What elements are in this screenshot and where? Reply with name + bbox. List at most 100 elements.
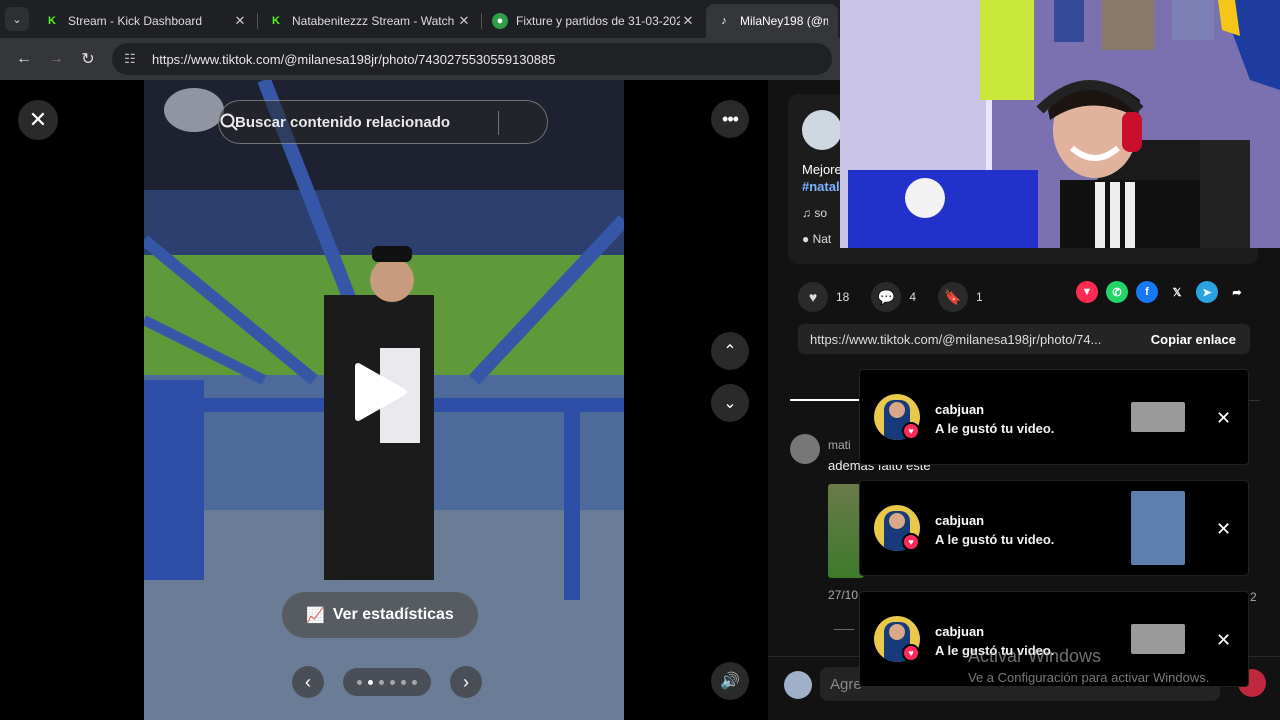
post-sound[interactable]: ♫ so (802, 206, 827, 220)
commenter-name[interactable]: mati (828, 438, 851, 452)
related-search-input[interactable]: Buscar contenido relacionado (218, 100, 548, 144)
prev-slide-button[interactable]: ‹ (292, 666, 324, 698)
music-note-icon: ♫ (802, 206, 815, 220)
webcam-feed (840, 0, 1280, 248)
close-icon[interactable]: ✕ (1216, 408, 1231, 429)
browser-tab[interactable]: ● Fixture y partidos de 31-03-202 ✕ (482, 4, 706, 38)
copy-link-row: https://www.tiktok.com/@milanesa198jr/ph… (798, 324, 1250, 354)
back-button[interactable]: ← (8, 43, 40, 75)
save-count: 1 (976, 290, 983, 304)
view-stats-label: Ver estadísticas (332, 606, 454, 623)
close-icon: ✕ (28, 107, 48, 132)
site-settings-icon[interactable]: ☷ (124, 51, 142, 67)
screen: ⌄ K Stream - Kick Dashboard ✕ K Natabeni… (0, 0, 1280, 720)
close-viewer-button[interactable]: ✕ (18, 100, 58, 140)
notification-user: cabjuan (935, 513, 985, 528)
comment-input-placeholder: Agre (830, 675, 862, 693)
url-text: https://www.tiktok.com/@milanesa198jr/ph… (152, 51, 556, 67)
browser-tab[interactable]: K Natabenitezzz Stream - Watch ✕ (258, 4, 482, 38)
close-tab-icon[interactable]: ✕ (456, 13, 472, 29)
author-mini-icon: ● (802, 232, 813, 246)
more-dots-icon: ••• (722, 108, 739, 129)
repost-icon[interactable]: ▼ (1076, 281, 1098, 303)
carousel-dot[interactable] (368, 679, 373, 685)
browser-tab[interactable]: K Stream - Kick Dashboard ✕ (34, 4, 258, 38)
avatar-head (889, 513, 905, 529)
post-photo[interactable]: Buscar contenido relacionado 📈 Ver estad… (144, 80, 624, 720)
notification-thumbnail (1131, 624, 1185, 654)
tab-title: MilaNey198 (@milan (740, 14, 828, 28)
search-icon[interactable] (219, 112, 239, 132)
carousel-dot[interactable] (379, 679, 384, 685)
comment-button[interactable]: 💬 4 (871, 282, 916, 312)
browser-tab-active[interactable]: ♪ MilaNey198 (@milan (706, 4, 838, 38)
chevron-right-icon: › (463, 671, 469, 692)
play-button[interactable] (352, 362, 416, 426)
like-notification[interactable]: ♥ cabjuan A le gustó tu video. ✕ (859, 480, 1249, 576)
windows-activation-subtitle: Ve a Configuración para activar Windows. (968, 670, 1210, 685)
carousel-dot[interactable] (401, 679, 406, 685)
notification-message: A le gustó tu video. (935, 421, 1055, 436)
notification-thumbnail (1131, 402, 1185, 432)
close-tab-icon[interactable]: ✕ (232, 13, 248, 29)
close-icon[interactable]: ✕ (1216, 519, 1231, 540)
share-arrow-icon[interactable]: ➦ (1226, 281, 1248, 303)
view-replies-line (834, 629, 854, 630)
carousel-dots (343, 668, 431, 696)
comment-date: 27/10 (828, 588, 859, 602)
next-slide-button[interactable]: › (450, 666, 482, 698)
photo-viewer: ✕ Buscar contenido relacionado 📈 Ver est… (0, 80, 768, 720)
facebook-icon[interactable]: f (1136, 281, 1158, 303)
notification-user: cabjuan (935, 402, 985, 417)
comment-like-count: 2 (1250, 590, 1257, 604)
close-tab-icon[interactable]: ✕ (680, 13, 696, 29)
view-stats-button[interactable]: 📈 Ver estadísticas (282, 592, 478, 638)
carousel-dot[interactable] (357, 679, 362, 685)
carousel-dot[interactable] (390, 679, 395, 685)
previous-post-button[interactable]: ⌃ (711, 332, 749, 370)
carousel-dot[interactable] (412, 679, 417, 685)
commenter-avatar[interactable] (790, 434, 820, 464)
whatsapp-icon[interactable]: ✆ (1106, 281, 1128, 303)
notification-message: A le gustó tu video. (935, 532, 1055, 547)
stats-icon: 📈 (306, 607, 325, 624)
reload-icon: ↻ (81, 51, 95, 68)
reload-button[interactable]: ↻ (72, 43, 104, 75)
like-button[interactable]: ♥ 18 (798, 282, 849, 312)
author-short-name: Nat (812, 232, 832, 246)
x-icon[interactable]: 𝕏 (1166, 281, 1188, 303)
post-caption: Mejore (802, 162, 842, 177)
arrow-left-icon: ← (16, 50, 32, 67)
save-button[interactable]: 🔖 1 (938, 282, 983, 312)
chevron-up-icon: ⌃ (723, 343, 737, 360)
chevron-down-icon: ⌄ (723, 395, 737, 412)
forward-button[interactable]: → (40, 43, 72, 75)
author-avatar[interactable] (802, 110, 842, 150)
copy-link-button[interactable]: Copiar enlace (1137, 332, 1250, 347)
url-field[interactable]: ☷ https://www.tiktok.com/@milanesa198jr/… (112, 43, 832, 75)
search-divider (498, 111, 499, 135)
next-post-button[interactable]: ⌄ (711, 384, 749, 422)
post-link[interactable]: https://www.tiktok.com/@milanesa198jr/ph… (798, 332, 1137, 347)
tab-search-button[interactable]: ⌄ (0, 0, 34, 38)
post-actions: ♥ 18 💬 4 🔖 1 (798, 282, 1005, 312)
heart-icon: ♥ (798, 282, 828, 312)
notification-thumbnail (1131, 491, 1185, 565)
close-icon[interactable]: ✕ (1216, 630, 1231, 651)
bookmark-icon: 🔖 (938, 282, 969, 312)
like-notification[interactable]: ♥ cabjuan A le gustó tu video. ✕ (859, 369, 1249, 465)
streamer-webcam (840, 0, 1280, 248)
tiktok-icon: ♪ (721, 15, 727, 27)
avatar-head (889, 624, 905, 640)
more-options-button[interactable]: ••• (711, 100, 749, 138)
post-hashtag[interactable]: #natal (802, 179, 840, 194)
comment-count: 4 (909, 290, 917, 304)
volume-button[interactable]: 🔊 (711, 662, 749, 700)
like-count: 18 (836, 290, 850, 304)
heart-icon: ♥ (902, 422, 920, 440)
telegram-icon[interactable]: ➤ (1196, 281, 1218, 303)
soccer-ball-icon: ● (492, 13, 508, 29)
post-author-line[interactable]: ● Nat (802, 232, 831, 246)
tab-title: Fixture y partidos de 31-03-202 (516, 14, 680, 28)
share-options: ▼ ✆ f 𝕏 ➤ ➦ (1076, 281, 1248, 303)
